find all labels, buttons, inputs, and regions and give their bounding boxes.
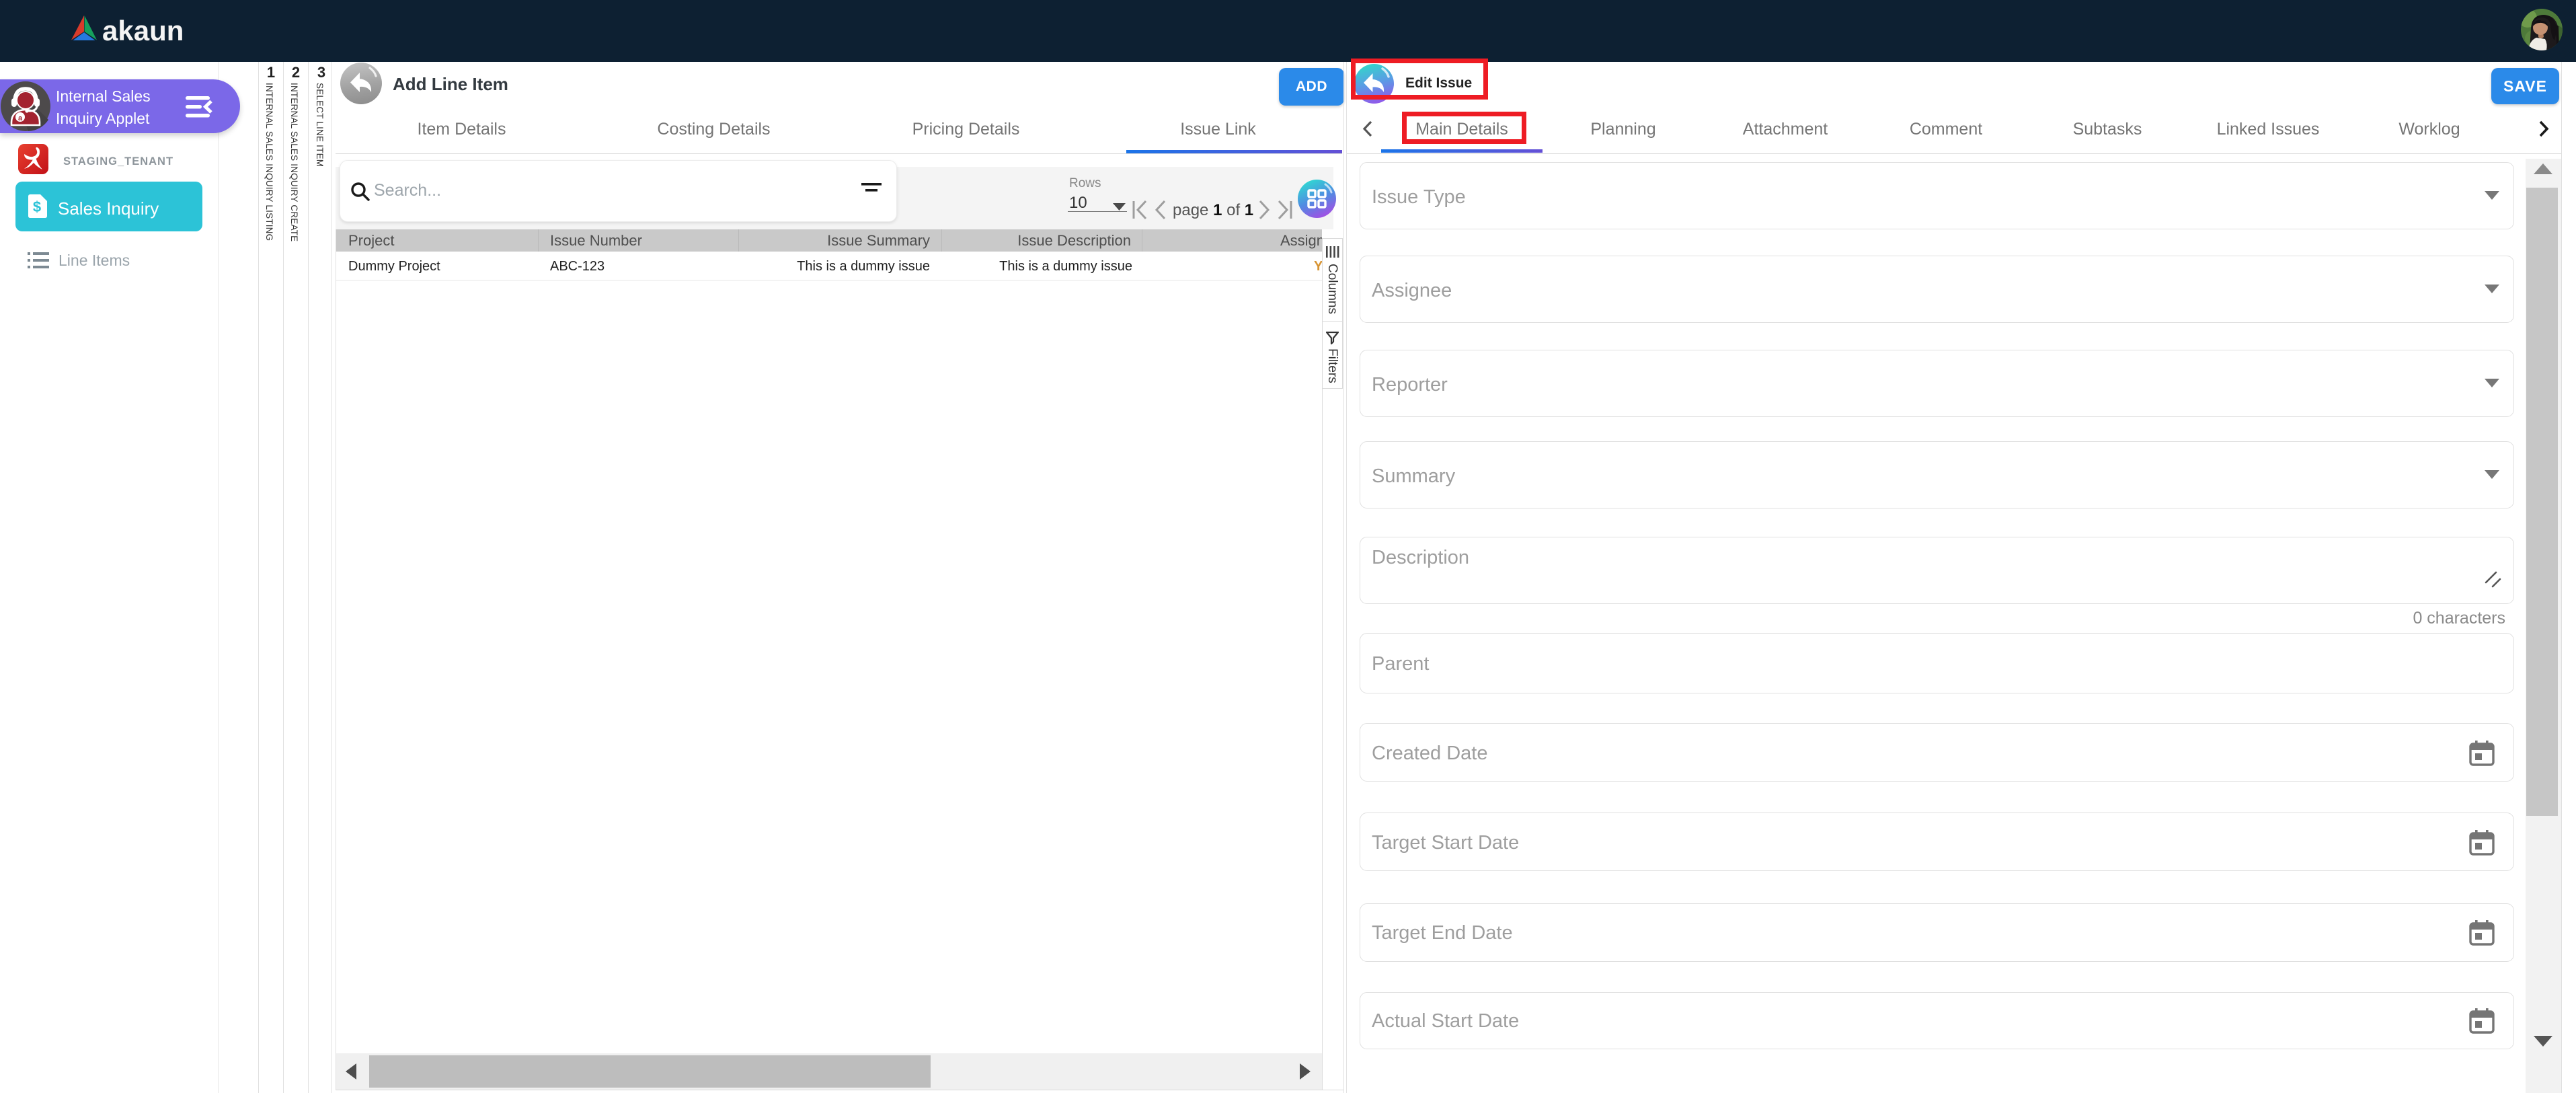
svg-text:a: a [18, 114, 23, 122]
svg-text:$: $ [33, 198, 41, 215]
